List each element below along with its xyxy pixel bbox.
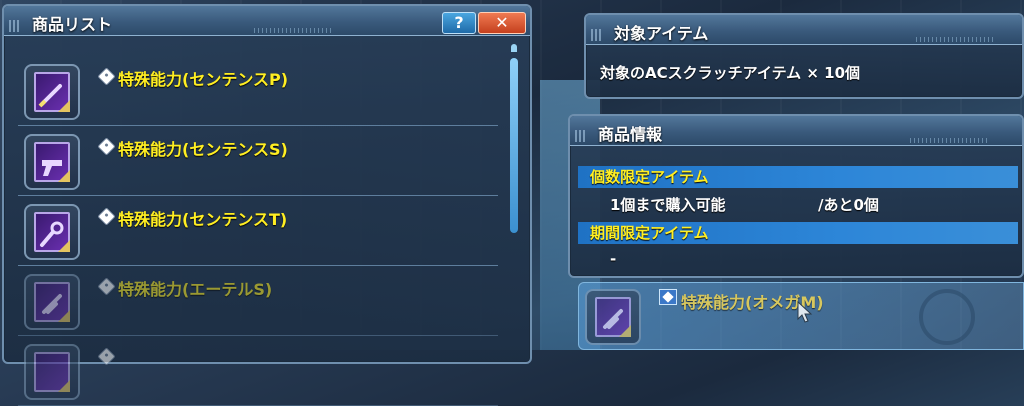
limited-period-value: - bbox=[610, 250, 617, 268]
title-bar-mark-icon bbox=[591, 29, 601, 41]
gun-icon bbox=[24, 134, 80, 190]
sword-icon bbox=[24, 64, 80, 120]
limited-count-remaining: /あと0個 bbox=[818, 196, 879, 214]
selected-item[interactable]: 特殊能力(オメガM) bbox=[578, 282, 1024, 350]
item-name: 特殊能力(センテンスP) bbox=[118, 70, 289, 89]
title-bar-mark-icon bbox=[9, 20, 19, 32]
tag-icon bbox=[97, 347, 116, 366]
product-list-title: 商品リスト bbox=[32, 15, 113, 34]
wand-icon bbox=[24, 204, 80, 260]
tag-icon bbox=[659, 289, 677, 305]
help-button[interactable]: ? bbox=[442, 12, 476, 34]
title-bar-decoration bbox=[910, 138, 990, 143]
target-item-panel: 対象アイテム 対象のACスクラッチアイテム × 10個 bbox=[584, 13, 1024, 99]
item-name: 特殊能力(センテンスT) bbox=[118, 210, 288, 229]
list-item[interactable]: 特殊能力(エーテルS) bbox=[18, 268, 498, 336]
tag-icon bbox=[97, 207, 116, 226]
title-bar-mark-icon bbox=[575, 130, 585, 142]
title-bar-decoration bbox=[916, 37, 996, 42]
target-item-text: 対象のACスクラッチアイテム × 10個 bbox=[600, 64, 861, 82]
scrollbar-top-cap bbox=[511, 44, 517, 52]
target-item-title-bar: 対象アイテム bbox=[586, 15, 1022, 45]
item-name: 特殊能力(エーテルS) bbox=[118, 280, 273, 299]
gun-icon bbox=[24, 274, 80, 330]
product-info-panel: 商品情報 個数限定アイテム 1個まで購入可能 /あと0個 期間限定アイテム - bbox=[568, 114, 1024, 278]
product-list-panel: 商品リスト ? ✕ 特殊能力(センテンスP) 特殊能力(センテンスS) 特殊能力… bbox=[2, 4, 532, 406]
tag-icon bbox=[97, 67, 116, 86]
limited-count-value: 1個まで購入可能 bbox=[610, 196, 726, 214]
product-info-title: 商品情報 bbox=[598, 125, 663, 144]
list-scrollbar[interactable] bbox=[510, 58, 518, 233]
mouse-cursor-icon bbox=[797, 301, 813, 323]
list-item[interactable]: 特殊能力(センテンスT) bbox=[18, 198, 498, 266]
list-item[interactable]: 特殊能力(センテンスP) bbox=[18, 58, 498, 126]
title-bar-decoration bbox=[254, 28, 334, 33]
limited-count-heading: 個数限定アイテム bbox=[578, 166, 1018, 188]
product-list: 特殊能力(センテンスP) 特殊能力(センテンスS) 特殊能力(センテンスT) 特… bbox=[14, 44, 514, 406]
limited-period-heading: 期間限定アイテム bbox=[578, 222, 1018, 244]
tag-icon bbox=[97, 277, 116, 296]
product-info-title-bar: 商品情報 bbox=[570, 116, 1022, 146]
list-item[interactable] bbox=[18, 338, 498, 406]
tag-icon bbox=[97, 137, 116, 156]
background-disc bbox=[919, 289, 975, 345]
target-item-title: 対象アイテム bbox=[614, 24, 709, 43]
item-name: 特殊能力(センテンスS) bbox=[118, 140, 288, 159]
list-item[interactable]: 特殊能力(センテンスS) bbox=[18, 128, 498, 196]
item-icon bbox=[24, 344, 80, 400]
close-button[interactable]: ✕ bbox=[478, 12, 526, 34]
product-list-title-bar[interactable]: 商品リスト ? ✕ bbox=[4, 6, 530, 36]
gun-icon bbox=[585, 289, 641, 345]
